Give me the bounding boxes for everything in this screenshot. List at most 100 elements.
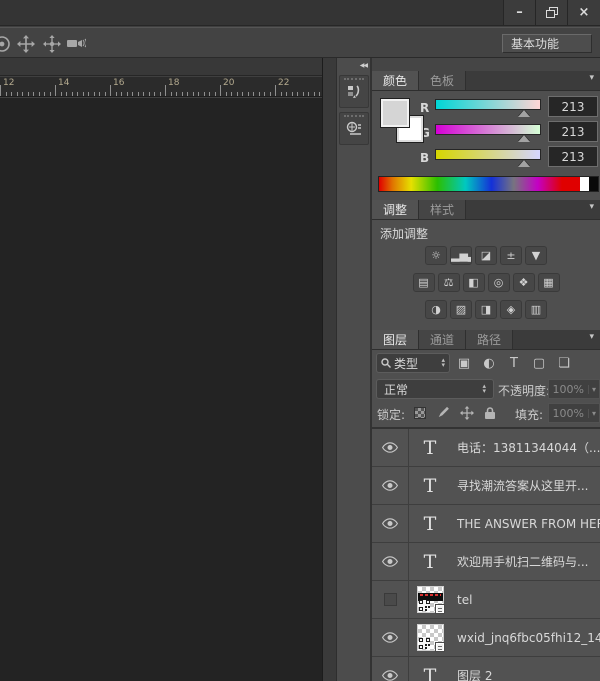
panel-menu-icon[interactable]: ▾ xyxy=(589,200,600,219)
layer-thumbnail-cell[interactable]: T xyxy=(409,429,451,466)
hue-saturation-icon[interactable]: ▤ xyxy=(413,273,435,292)
dropdown-arrow-icon[interactable]: ▾ xyxy=(588,409,599,418)
threshold-icon[interactable]: ◨ xyxy=(475,300,497,319)
visibility-toggle[interactable] xyxy=(372,429,409,466)
exposure-icon[interactable]: ± xyxy=(500,246,522,265)
properties-panel-button[interactable] xyxy=(339,112,369,145)
black-white-icon[interactable]: ◧ xyxy=(463,273,485,292)
ruler-tick xyxy=(226,92,227,96)
lock-position-icon[interactable] xyxy=(460,406,474,420)
layer-row[interactable]: wxid_jnq6fbc05fhi12_142... xyxy=(372,619,600,657)
layer-name: 图层 2 xyxy=(451,667,492,681)
posterize-icon[interactable]: ▨ xyxy=(450,300,472,319)
slider-thumb-icon[interactable] xyxy=(518,160,530,167)
filter-smart-objects-icon[interactable]: ❏ xyxy=(556,356,572,371)
layer-row[interactable]: T THE ANSWER FROM HERE xyxy=(372,505,600,543)
slider-thumb-icon[interactable] xyxy=(518,135,530,142)
visibility-toggle[interactable] xyxy=(372,543,409,580)
lock-pixels-brush-icon[interactable] xyxy=(436,406,450,420)
layer-thumbnail-cell[interactable] xyxy=(409,581,451,618)
red-value-field[interactable]: 213 xyxy=(548,96,598,117)
red-slider[interactable] xyxy=(435,99,541,110)
fill-field[interactable]: 100% ▾ xyxy=(548,403,600,423)
filter-adjustment-layers-icon[interactable]: ◐ xyxy=(481,356,497,371)
slider-thumb-icon[interactable] xyxy=(518,110,530,117)
layer-thumbnail-cell[interactable]: T xyxy=(409,657,451,681)
eye-icon xyxy=(382,670,398,681)
green-value-field[interactable]: 213 xyxy=(548,121,598,142)
invert-icon[interactable]: ◑ xyxy=(425,300,447,319)
visibility-toggle[interactable] xyxy=(372,619,409,656)
tab-channels[interactable]: 通道 xyxy=(419,330,466,349)
layer-row[interactable]: T 欢迎用手机扫二维码与... xyxy=(372,543,600,581)
lock-all-icon[interactable] xyxy=(484,406,496,420)
layer-row[interactable]: T 图层 2 xyxy=(372,657,600,681)
layer-row[interactable]: T 电话：13811344044（... xyxy=(372,429,600,467)
filter-shape-layers-icon[interactable]: ▢ xyxy=(531,356,547,371)
layers-toolbars: 类型 ▴▾ ▣◐T▢❏ 正常 ▴▾ 不透明度: 100% ▾ 锁定: xyxy=(372,351,600,427)
color-spectrum-ramp[interactable] xyxy=(378,176,599,192)
layer-thumbnail-cell[interactable]: T xyxy=(409,467,451,504)
collapse-panels-button[interactable]: ◀◀ xyxy=(337,60,370,72)
photo-filter-icon[interactable]: ◎ xyxy=(488,273,510,292)
camera-icon[interactable] xyxy=(66,35,86,51)
selective-color-icon[interactable]: ▥ xyxy=(525,300,547,319)
foreground-color-swatch[interactable] xyxy=(380,98,410,128)
ruler-tick xyxy=(110,85,111,96)
visibility-toggle[interactable] xyxy=(372,581,409,618)
visibility-toggle[interactable] xyxy=(372,505,409,542)
curves-icon[interactable]: ◪ xyxy=(475,246,497,265)
dropdown-arrow-icon[interactable]: ▾ xyxy=(588,385,599,394)
filter-pixel-layers-icon[interactable]: ▣ xyxy=(456,356,472,371)
blend-mode-dropdown[interactable]: 正常 ▴▾ xyxy=(376,379,494,399)
minimize-button[interactable]: – xyxy=(504,0,536,25)
opacity-field[interactable]: 100% ▾ xyxy=(548,379,600,399)
drag-mode-icon[interactable] xyxy=(43,35,61,53)
ruler-tick xyxy=(160,92,161,96)
tab-layers[interactable]: 图层 xyxy=(372,330,419,349)
panel-column: 颜色 色板 ▾ R 213 G 213 B 213 调整 样式 ▾ 添加调整 ☼… xyxy=(371,58,600,681)
eye-icon xyxy=(382,632,398,643)
layer-row[interactable]: T 寻找潮流答案从这里开... xyxy=(372,467,600,505)
color-balance-icon[interactable]: ⚖ xyxy=(438,273,460,292)
visibility-toggle[interactable] xyxy=(372,657,409,681)
tab-swatches[interactable]: 色板 xyxy=(419,71,466,90)
green-slider[interactable] xyxy=(435,124,541,135)
filter-type-layers-icon[interactable]: T xyxy=(506,356,522,371)
rotate-view-icon[interactable] xyxy=(0,35,11,53)
blue-value-field[interactable]: 213 xyxy=(548,146,598,167)
gradient-map-icon[interactable]: ◈ xyxy=(500,300,522,319)
tab-paths[interactable]: 路径 xyxy=(466,330,513,349)
color-lookup-icon[interactable]: ▦ xyxy=(538,273,560,292)
ruler-tick xyxy=(143,92,144,96)
layer-thumbnail-cell[interactable]: T xyxy=(409,543,451,580)
text-layer-thumbnail: T xyxy=(424,665,437,681)
blue-slider[interactable] xyxy=(435,149,541,160)
vibrance-icon[interactable]: ▼ xyxy=(525,246,547,265)
history-panel-button[interactable] xyxy=(339,75,369,108)
panel-menu-icon[interactable]: ▾ xyxy=(589,71,600,90)
layer-row[interactable]: tel xyxy=(372,581,600,619)
panel-menu-icon[interactable]: ▾ xyxy=(589,330,600,349)
restore-button[interactable] xyxy=(536,0,568,25)
updown-arrows-icon: ▴▾ xyxy=(441,358,445,368)
tab-adjustments[interactable]: 调整 xyxy=(372,200,419,219)
workspace-switcher[interactable]: 基本功能 xyxy=(502,34,592,53)
layer-filter-kind-dropdown[interactable]: 类型 ▴▾ xyxy=(376,353,450,373)
move-mode-icon[interactable] xyxy=(17,35,35,53)
ruler-tick xyxy=(99,92,100,96)
properties-panel-icon xyxy=(345,120,363,138)
canvas[interactable] xyxy=(0,98,322,681)
levels-icon[interactable]: ▂▅▃ xyxy=(450,246,472,265)
tab-styles[interactable]: 样式 xyxy=(419,200,466,219)
tab-color[interactable]: 颜色 xyxy=(372,71,419,90)
brightness-contrast-icon[interactable]: ☼ xyxy=(425,246,447,265)
lock-transparency-icon[interactable] xyxy=(414,407,426,419)
ruler-tick xyxy=(314,92,315,96)
channel-mixer-icon[interactable]: ❖ xyxy=(513,273,535,292)
visibility-toggle[interactable] xyxy=(372,467,409,504)
layer-thumbnail-cell[interactable] xyxy=(409,619,451,656)
close-button[interactable]: × xyxy=(568,0,600,25)
history-panel-icon xyxy=(345,83,363,101)
layer-thumbnail-cell[interactable]: T xyxy=(409,505,451,542)
